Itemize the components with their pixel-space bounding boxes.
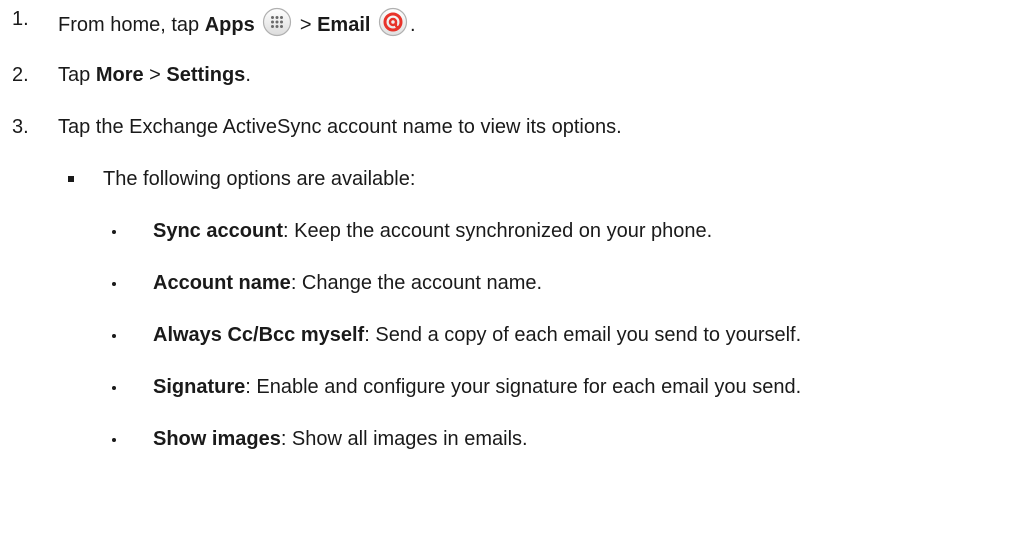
step-number: 1.: [12, 8, 29, 30]
option-term: Always Cc/Bcc myself: [153, 324, 365, 346]
option-term: Sync account: [153, 220, 284, 242]
square-bullet-icon: [68, 176, 74, 182]
option-desc: : Keep the account synchronized on your …: [283, 220, 713, 242]
step-number: 3.: [12, 116, 29, 138]
apps-grid-icon: [262, 7, 292, 37]
option-desc: : Enable and configure your signature fo…: [245, 376, 802, 398]
step-number: 2.: [12, 64, 29, 86]
step-text: From home, tap Apps > Email .: [58, 7, 416, 37]
dot-bullet-icon: [112, 438, 116, 442]
sub-intro-text: The following options are available:: [103, 168, 416, 190]
email-label: Email: [317, 14, 371, 36]
dot-bullet-icon: [112, 230, 116, 234]
more-label: More: [95, 64, 144, 86]
dot-bullet-icon: [112, 334, 116, 338]
dot-bullet-icon: [112, 282, 116, 286]
step-text: Tap the Exchange ActiveSync account name…: [58, 116, 622, 138]
option-desc: : Change the account name.: [290, 272, 543, 294]
step-text: Tap More > Settings.: [58, 64, 251, 86]
email-app-icon: [378, 7, 408, 37]
option-term: Signature: [153, 376, 246, 398]
dot-bullet-icon: [112, 386, 116, 390]
option-desc: : Send a copy of each email you send to …: [364, 324, 802, 346]
settings-label: Settings: [166, 64, 246, 86]
option-desc: : Show all images in emails.: [280, 428, 528, 450]
apps-label: Apps: [204, 14, 255, 36]
option-term: Show images: [153, 428, 281, 450]
option-term: Account name: [153, 272, 291, 294]
